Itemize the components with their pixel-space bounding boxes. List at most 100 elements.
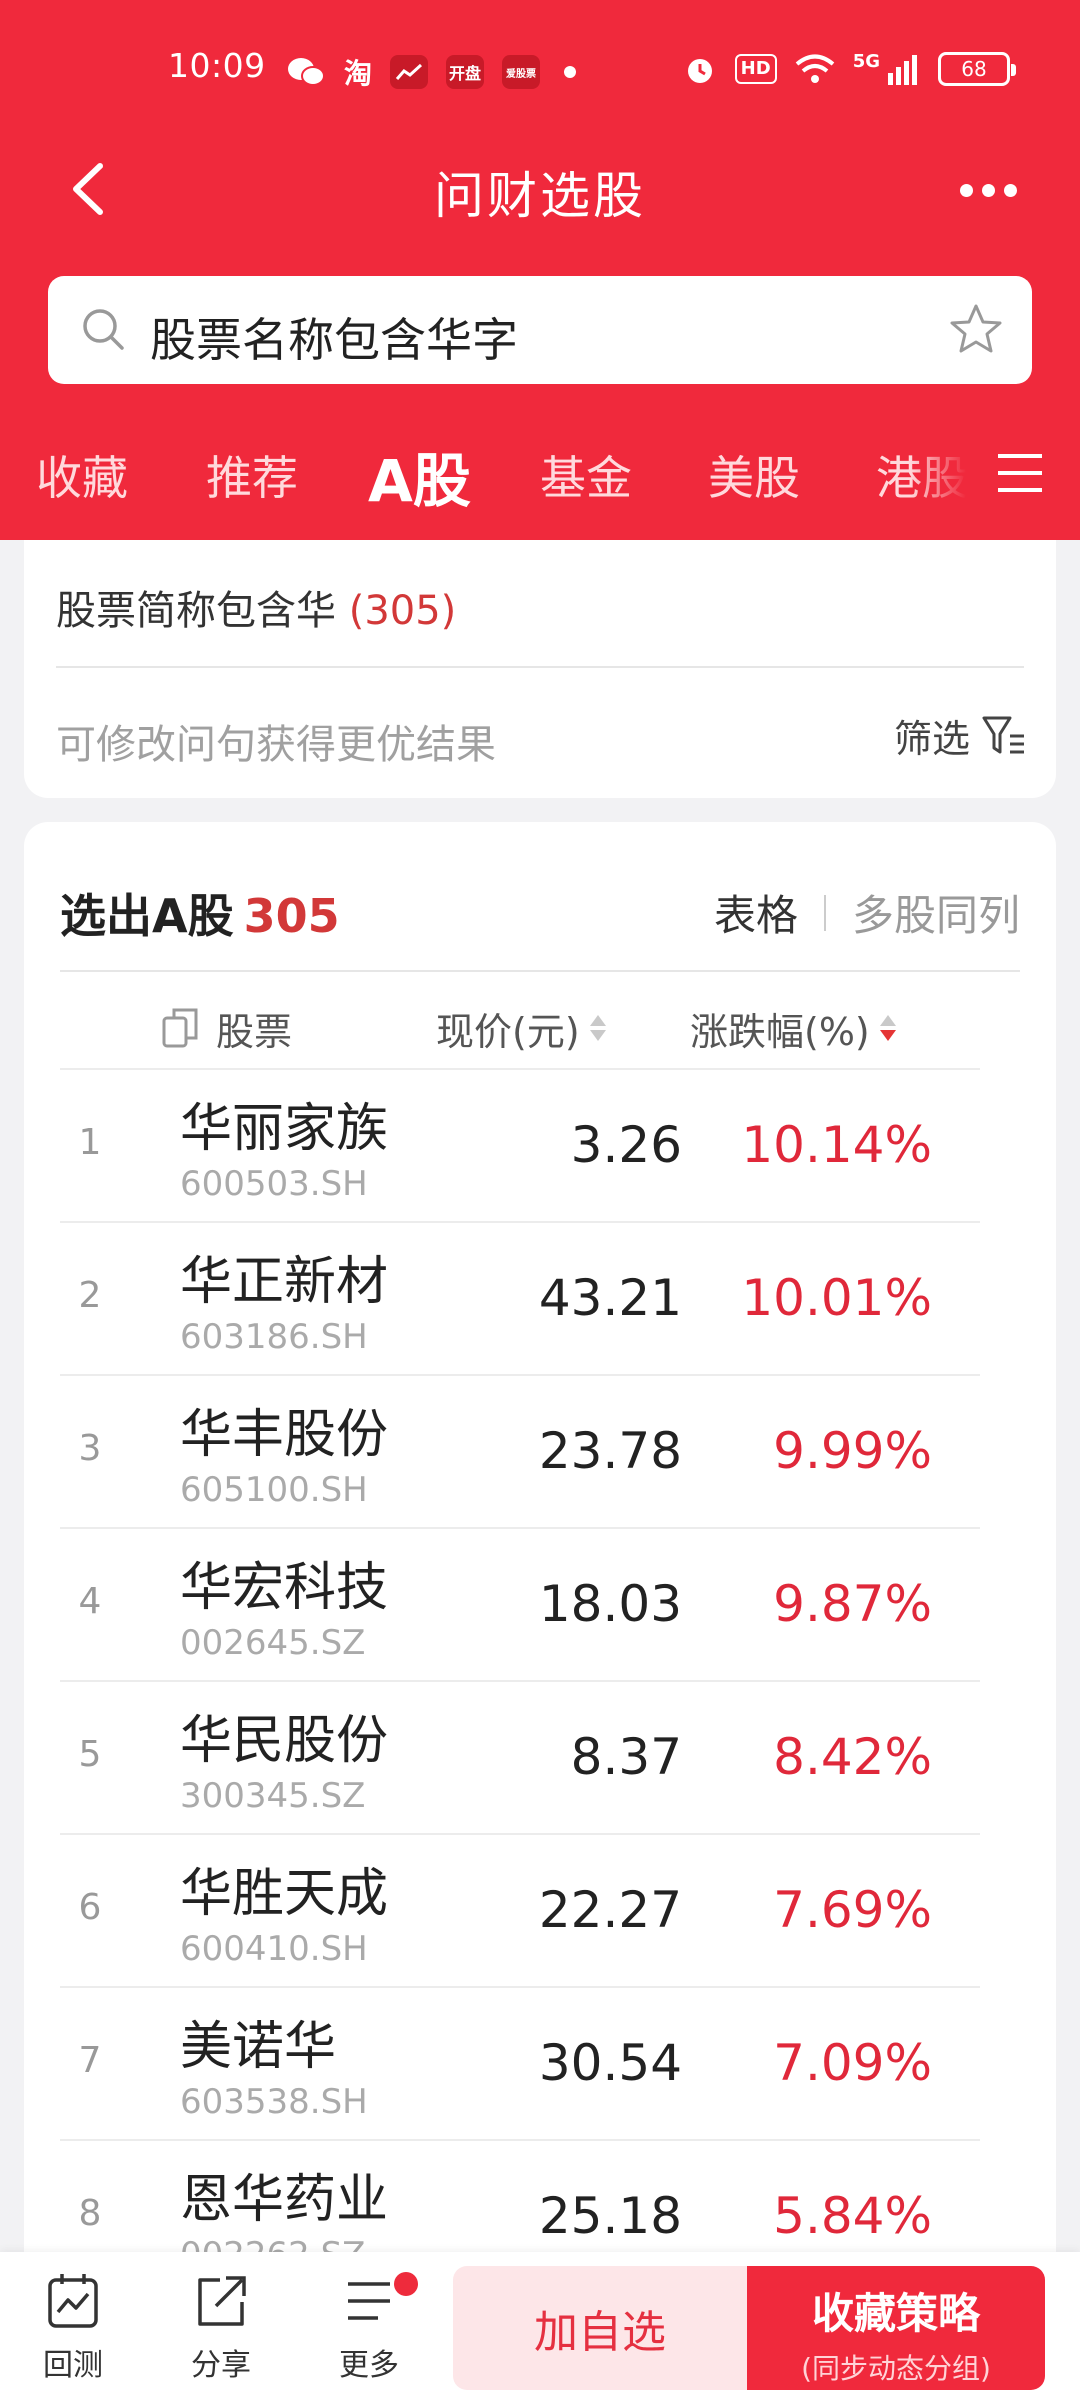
results-count: 305: [243, 889, 340, 943]
view-table-button[interactable]: 表格: [714, 882, 798, 943]
column-header-price-label: 现价(元): [436, 1009, 580, 1054]
alarm-icon: [687, 59, 712, 83]
filter-label: 筛选: [893, 717, 970, 761]
more-button[interactable]: 更多: [314, 2270, 424, 2390]
status-app-icons: 淘 开盘 爱股票: [286, 52, 577, 92]
table-row[interactable]: 7 美诺华 603538.SH 30.54 7.09%: [60, 1986, 980, 2139]
add-watchlist-button[interactable]: 加自选: [453, 2266, 747, 2390]
table-row[interactable]: 1 华丽家族 600503.SH 3.26 10.14%: [60, 1068, 980, 1221]
search-icon: [83, 309, 124, 350]
row-index: 8: [78, 2193, 102, 2234]
tab-recommend[interactable]: 推荐: [206, 442, 298, 508]
stock-name[interactable]: 华丽家族: [180, 1086, 388, 1161]
column-header-stock: 股票: [160, 990, 292, 1066]
view-multi-button[interactable]: 多股同列: [852, 882, 1020, 943]
stock-name[interactable]: 华民股份: [180, 1698, 388, 1773]
header: 10:09 淘 开盘 爱股票 HD 5G 68 问财选股 股票名称包含华字 收藏…: [0, 0, 1080, 540]
hd-badge: HD: [734, 54, 777, 84]
stock-change: 8.42%: [773, 1728, 932, 1786]
stock-code: 600503.SH: [180, 1164, 368, 1204]
table-row[interactable]: 2 华正新材 603186.SH 43.21 10.01%: [60, 1221, 980, 1374]
table-row[interactable]: 5 华民股份 300345.SZ 8.37 8.42%: [60, 1680, 980, 1833]
status-system-icons: HD 5G 68: [683, 50, 1016, 86]
column-header-stock-label: 股票: [216, 1009, 293, 1054]
stock-name[interactable]: 华丰股份: [180, 1392, 388, 1467]
table-row[interactable]: 4 华宏科技 002645.SZ 18.03 9.87%: [60, 1527, 980, 1680]
stock-name[interactable]: 恩华药业: [180, 2157, 388, 2232]
stock-change: 7.69%: [773, 1881, 932, 1939]
share-label: 分享: [191, 2348, 251, 2383]
status-time: 10:09: [168, 46, 266, 85]
more-options-button[interactable]: [948, 160, 1028, 220]
stock-change: 10.14%: [741, 1116, 932, 1174]
stock-code: 300345.SZ: [180, 1776, 366, 1816]
wifi-icon: [795, 54, 834, 83]
stock-code: 603538.SH: [180, 2082, 368, 2122]
stock-price: 18.03: [538, 1575, 682, 1633]
taobao-badge: 淘: [344, 57, 373, 90]
row-index: 4: [78, 1581, 102, 1622]
wechat-icon: [288, 58, 325, 86]
search-input[interactable]: 股票名称包含华字: [150, 304, 518, 370]
view-separator: [823, 894, 826, 931]
signal-5g-label: 5G: [852, 50, 880, 72]
stock-price: 25.18: [538, 2187, 682, 2245]
more-lines-icon: [348, 2282, 390, 2320]
tab-favorites[interactable]: 收藏: [36, 442, 128, 508]
row-index: 2: [78, 1275, 102, 1316]
stock-price: 30.54: [538, 2034, 682, 2092]
filter-button[interactable]: 筛选: [894, 708, 1028, 763]
menu-icon[interactable]: [996, 448, 1044, 498]
query-condition-count: (305): [348, 588, 457, 634]
results-title: 选出A股 305: [60, 880, 340, 946]
stock-code: 002645.SZ: [180, 1623, 366, 1663]
save-strategy-label: 收藏策略: [811, 2289, 980, 2338]
signal-icon: [888, 55, 917, 85]
star-icon[interactable]: [946, 300, 1006, 360]
stock-price: 3.26: [570, 1116, 682, 1174]
stock-name[interactable]: 华正新材: [180, 1239, 388, 1314]
stock-table: 1 华丽家族 600503.SH 3.26 10.14% 2 华正新材 6031…: [60, 1068, 980, 2292]
column-header-change[interactable]: 涨跌幅(%): [690, 990, 896, 1066]
share-button[interactable]: 分享: [166, 2270, 276, 2390]
more-dots-icon: [1003, 183, 1017, 197]
stock-price: 43.21: [538, 1269, 682, 1327]
stock-change: 5.84%: [773, 2187, 932, 2245]
backtest-icon: [48, 2274, 98, 2328]
app-chart-icon: [390, 55, 429, 89]
stock-change: 7.09%: [773, 2034, 932, 2092]
tab-a-shares[interactable]: A股: [368, 434, 471, 518]
copy-icon[interactable]: [160, 1006, 200, 1050]
stock-name[interactable]: 华宏科技: [180, 1545, 388, 1620]
table-row[interactable]: 3 华丰股份 605100.SH 23.78 9.99%: [60, 1374, 980, 1527]
kaipan-badge: 开盘: [446, 55, 485, 89]
query-hint[interactable]: 可修改问句获得更优结果: [56, 712, 496, 770]
stock-price: 22.27: [538, 1881, 682, 1939]
search-bar[interactable]: 股票名称包含华字: [48, 276, 1032, 384]
save-strategy-sublabel: (同步动态分组): [801, 2352, 991, 2385]
results-title-text: 选出A股: [60, 889, 234, 943]
save-strategy-button[interactable]: 收藏策略 (同步动态分组): [747, 2266, 1045, 2390]
stock-code: 603186.SH: [180, 1317, 368, 1357]
stock-price: 8.37: [570, 1728, 682, 1786]
query-condition: 股票简称包含华 (305): [56, 578, 456, 636]
more-dots-icon: [959, 183, 973, 197]
tab-us-stocks[interactable]: 美股: [708, 442, 800, 508]
row-index: 6: [78, 1887, 102, 1928]
bottom-action-bar: 回测 分享 更多 加自选 收藏策略 (同步动态分组): [0, 2252, 1080, 2400]
stock-price: 23.78: [538, 1422, 682, 1480]
table-row[interactable]: 6 华胜天成 600410.SH 22.27 7.69%: [60, 1833, 980, 1986]
column-header-price[interactable]: 现价(元): [436, 990, 606, 1066]
column-header-change-label: 涨跌幅(%): [690, 1009, 870, 1054]
battery-indicator: 68: [938, 52, 1016, 86]
category-tabs: 收藏 推荐 A股 基金 美股 港股: [0, 430, 1080, 520]
row-index: 1: [78, 1122, 102, 1163]
sort-desc-icon: [879, 1015, 896, 1041]
stock-name[interactable]: 美诺华: [180, 2004, 336, 2079]
tab-funds[interactable]: 基金: [540, 442, 632, 508]
backtest-button[interactable]: 回测: [18, 2270, 128, 2390]
share-icon: [198, 2276, 246, 2326]
sort-arrows-icon: [589, 1015, 606, 1041]
backtest-label: 回测: [43, 2348, 103, 2383]
stock-name[interactable]: 华胜天成: [180, 1851, 388, 1926]
